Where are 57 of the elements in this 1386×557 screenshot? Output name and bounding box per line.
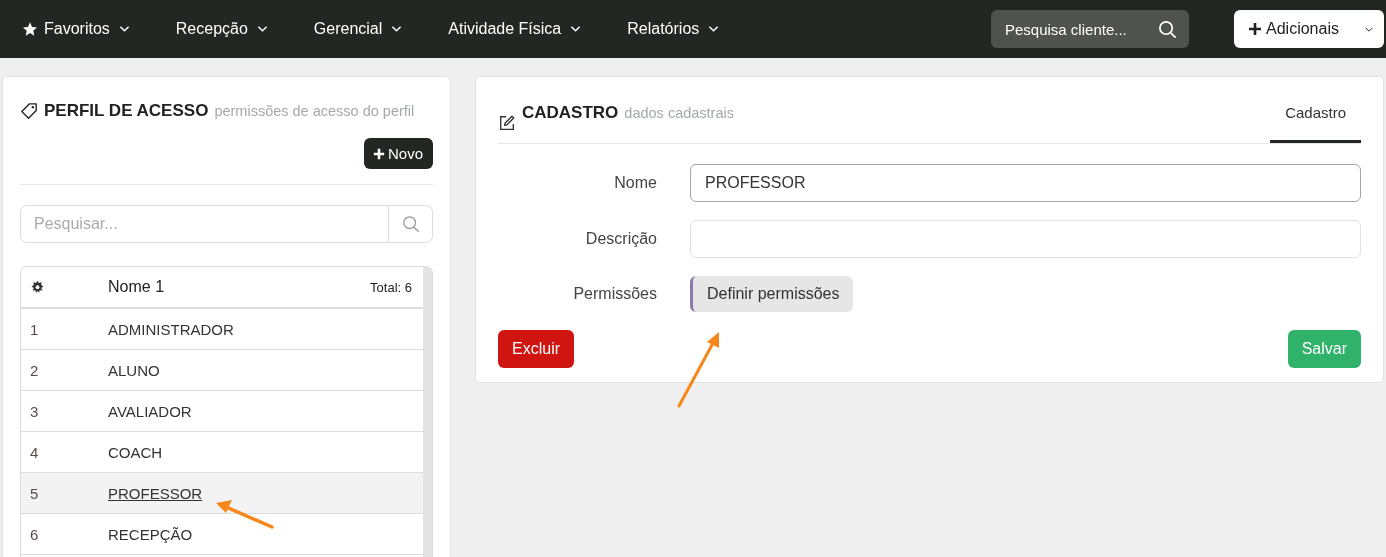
table-row[interactable]: 6 RECEPÇÃO (21, 514, 423, 555)
nav-menu[interactable]: Gerencial (313, 20, 403, 38)
client-search-field[interactable]: Pesquisa cliente... (991, 10, 1189, 48)
tag-icon (20, 102, 38, 120)
table-row[interactable]: 5 PROFESSOR (21, 473, 423, 514)
field-label: Permissões (572, 285, 658, 303)
table-cell-text: RECEPÇÃO (108, 525, 194, 543)
chevron-icon (708, 25, 720, 33)
define-permissions-button[interactable]: Definir permissões (690, 276, 854, 312)
panel-title: CADASTRO (522, 103, 619, 123)
total-count: Total: 6 (370, 279, 413, 295)
table-cell-text: ADMINISTRADOR (108, 320, 235, 338)
nav-menu[interactable]: Atividade Física (448, 20, 582, 38)
chevron-icon (118, 25, 130, 33)
table-cell-text: 4 (29, 443, 40, 461)
table-cell-text: AVALIADOR (108, 402, 193, 420)
table-cell-text: 6 (29, 525, 40, 543)
table-cell-text: 1 (29, 320, 40, 338)
field-label: Nome (613, 174, 658, 192)
edit-icon (498, 114, 516, 132)
panel-subtitle: permissões de acesso do perfil (214, 103, 415, 119)
search-icon (401, 215, 420, 233)
plus-icon (372, 147, 385, 160)
chevron-icon (570, 25, 582, 33)
table-cell-text: 2 (29, 361, 40, 379)
nav-menu[interactable]: Favoritos (22, 20, 130, 38)
table-row[interactable]: 3 AVALIADOR (21, 391, 423, 432)
chevron-icon (256, 25, 268, 33)
table-cell-text: 5 (29, 484, 40, 502)
chevron-icon (1364, 25, 1374, 33)
panel-subtitle: dados cadastrais (624, 105, 734, 121)
annotation-arrow (216, 500, 274, 529)
star-icon (22, 21, 38, 37)
new-button[interactable]: Novo (363, 138, 433, 169)
search-field[interactable]: Pesquisar... (20, 205, 389, 243)
field-label: Descrição (584, 230, 658, 248)
search-icon (1158, 20, 1177, 39)
plus-icon (1248, 22, 1262, 36)
table-cell-text: ALUNO (108, 361, 161, 379)
chevron-icon (391, 25, 403, 33)
scrollbar[interactable] (423, 267, 432, 557)
nav-menu[interactable]: Relatórios (627, 20, 720, 38)
text-field[interactable]: PROFESSOR (690, 164, 1361, 202)
panel-title: PERFIL DE ACESSO (44, 101, 209, 121)
table-cell-text: COACH (108, 443, 164, 461)
table-cell-text: 3 (29, 402, 40, 420)
column-header: Nome 1 (108, 278, 166, 296)
text-field[interactable] (690, 220, 1361, 258)
nav-menu[interactable]: Recepção (175, 20, 268, 38)
search-button[interactable] (389, 205, 433, 243)
delete-button[interactable]: Excluir (498, 330, 574, 368)
add-dropdown-button[interactable]: Adicionais (1234, 10, 1384, 48)
table-row[interactable]: 2 ALUNO (21, 350, 423, 391)
table-row[interactable]: 1 ADMINISTRADOR (21, 309, 423, 350)
table-cell-text: PROFESSOR (108, 484, 204, 502)
tab[interactable]: Cadastro (1270, 101, 1361, 143)
gear-icon (30, 279, 45, 295)
